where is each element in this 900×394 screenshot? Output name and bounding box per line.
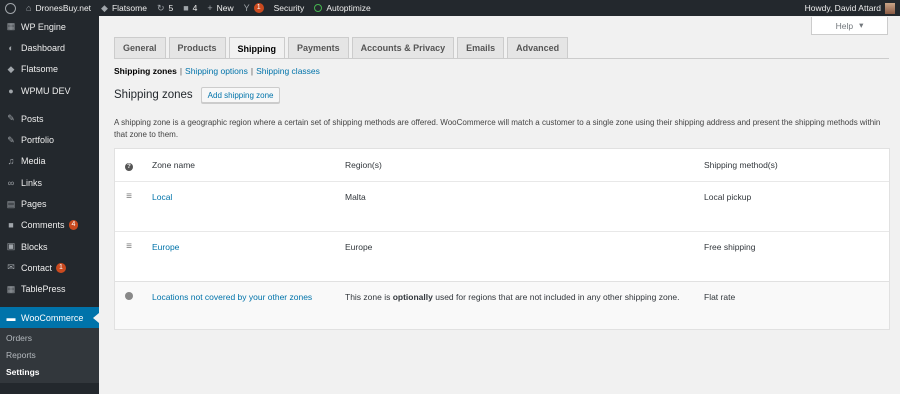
submenu-settings[interactable]: Settings [0,364,99,381]
sidebar-item-posts[interactable]: ✎ Posts [0,108,99,129]
zone-method: Local pickup [704,192,752,202]
tab-emails[interactable]: Emails [457,37,505,58]
zone-name-link[interactable]: Locations not covered by your other zone… [152,290,312,304]
media-icon: ♫ [7,156,15,167]
home-icon: ⌂ [26,2,32,13]
zone-region: This zone is optionally used for regions… [345,292,680,302]
wpengine-icon: ▦ [6,21,16,32]
settings-tabs: General Products Shipping Payments Accou… [114,37,569,59]
woocommerce-submenu: Orders Reports Settings [0,328,99,384]
drag-handle-icon[interactable]: ≡ [123,190,135,204]
column-header-regions: Region(s) [345,160,382,170]
contact-icon: ✉ [7,262,15,273]
subnav-shipping-zones[interactable]: Shipping zones [114,66,177,76]
comment-icon: ■ [183,2,189,13]
admin-bar: ⌂ DronesBuy.net ◆ Flatsome ↻ 5 ■ 4 + New Y1 S… [0,0,900,16]
admin-sidebar: ▦ WP Engine ◐ Dashboard ◆ Flatsome ● WPMU DE… [0,16,99,394]
sidebar-item-comments[interactable]: ■ Comments 4 [0,215,99,236]
help-button[interactable]: Help ▾ [811,17,888,35]
wpmudev-icon: ● [8,85,14,96]
submenu-reports[interactable]: Reports [0,347,99,364]
sidebar-item-dashboard[interactable]: ◐ Dashboard [0,37,99,58]
yoast-menu[interactable]: Y1 [239,0,269,16]
submenu-orders[interactable]: Orders [0,330,99,347]
wordpress-icon [5,2,16,14]
help-tip-icon[interactable]: ? [125,163,133,171]
plus-icon: + [207,2,213,13]
column-header-methods: Shipping method(s) [704,160,778,170]
subnav-shipping-options[interactable]: Shipping options [185,66,248,76]
portfolio-icon: ✎ [7,134,15,145]
column-header-zone-name: Zone name [152,160,195,170]
page-title: Shipping zones [114,89,193,101]
zone-name-link[interactable]: Europe [152,240,179,254]
new-content-menu[interactable]: + New [202,0,238,16]
blocks-icon: ▣ [6,241,16,252]
comments-menu[interactable]: ■ 4 [178,0,202,16]
comments-icon: ■ [8,220,14,231]
sidebar-item-tablepress[interactable]: ▦ TablePress [0,279,99,300]
globe-icon [125,292,133,300]
pages-icon: ▤ [6,198,16,209]
drag-handle-icon[interactable]: ≡ [123,240,135,254]
table-icon: ▦ [6,283,16,294]
zone-region: Malta [345,192,366,202]
theme-menu[interactable]: ◆ Flatsome [96,0,152,16]
autoptimize-menu[interactable]: Autoptimize [309,0,375,16]
zone-name-link[interactable]: Local [152,190,172,204]
tab-payments[interactable]: Payments [288,37,349,58]
tab-advanced[interactable]: Advanced [507,37,569,58]
links-icon: ∞ [7,177,15,188]
dashboard-icon: ◐ [8,42,14,53]
shipping-subnav: Shipping zones | Shipping options | Ship… [114,66,320,76]
tab-products[interactable]: Products [168,37,226,58]
woo-icon: ▬ [6,312,16,323]
tabs-divider [114,58,889,59]
sidebar-item-media[interactable]: ♫ Media [0,151,99,172]
sidebar-item-pages[interactable]: ▤ Pages [0,193,99,214]
table-header-row: ? Zone name Region(s) Shipping method(s) [115,149,889,182]
sidebar-item-wpmu-dev[interactable]: ● WPMU DEV [0,80,99,101]
comments-count-badge: 4 [68,220,79,231]
tab-general[interactable]: General [114,37,166,58]
sidebar-item-woocommerce[interactable]: ▬ WooCommerce [0,306,99,329]
subnav-shipping-classes[interactable]: Shipping classes [256,66,320,76]
sidebar-item-portfolio[interactable]: ✎ Portfolio [0,129,99,150]
sidebar-item-links[interactable]: ∞ Links [0,172,99,193]
zones-description: A shipping zone is a geographic region w… [114,118,881,139]
security-menu[interactable]: Security [269,0,310,16]
sidebar-item-contact[interactable]: ✉ Contact 1 [0,257,99,278]
zone-method: Flat rate [704,292,736,302]
contact-count-badge: 1 [56,262,66,273]
page-heading: Shipping zones Add shipping zone [114,87,281,103]
my-account-menu[interactable]: Howdy, David Attard [800,0,900,16]
yoast-icon: Y [243,2,250,13]
wp-logo-menu[interactable] [0,0,21,16]
triangle-down-icon: ▾ [859,20,864,30]
tab-accounts-privacy[interactable]: Accounts & Privacy [351,37,455,58]
sidebar-item-flatsome[interactable]: ◆ Flatsome [0,59,99,80]
table-row: ≡ Local Malta Local pickup [115,182,889,232]
table-row-rest-of-world: Locations not covered by your other zone… [115,282,889,329]
add-shipping-zone-button[interactable]: Add shipping zone [200,87,281,103]
zone-region: Europe [345,242,373,252]
table-row: ≡ Europe Europe Free shipping [115,232,889,282]
sidebar-item-wp-engine[interactable]: ▦ WP Engine [0,16,99,37]
pin-icon: ✎ [7,113,15,124]
sidebar-item-blocks[interactable]: ▣ Blocks [0,236,99,257]
flatsome-icon: ◆ [7,63,15,74]
flatsome-icon: ◆ [101,2,108,13]
site-name: DronesBuy.net [35,3,92,13]
updates-icon: ↻ [156,2,165,13]
avatar [885,2,895,14]
menu-separator [0,300,99,307]
autoptimize-status-icon [314,4,323,12]
updates-menu[interactable]: ↻ 5 [152,0,178,16]
shipping-zones-table: ? Zone name Region(s) Shipping method(s)… [114,148,890,330]
tab-shipping[interactable]: Shipping [228,37,286,59]
yoast-badge: 1 [253,3,264,13]
menu-separator [0,101,99,108]
zone-method: Free shipping [704,242,756,252]
site-name-menu[interactable]: ⌂ DronesBuy.net [21,0,96,16]
